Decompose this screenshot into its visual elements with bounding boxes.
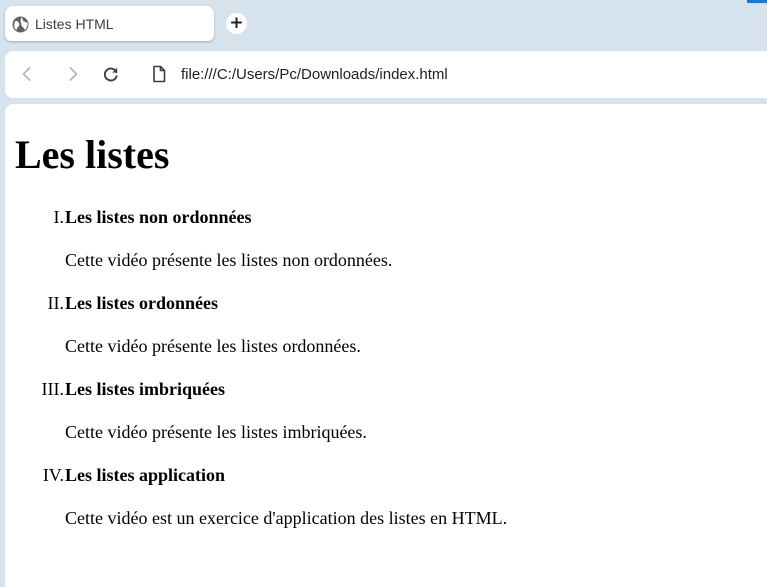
back-button[interactable] xyxy=(16,63,38,85)
list-item-description: Cette vidéo présente les listes imbriqué… xyxy=(65,422,367,442)
list-item: IV. Les listes application Cette vidéo e… xyxy=(15,464,755,544)
list-item-description: Cette vidéo présente les listes ordonnée… xyxy=(65,336,361,356)
list-item-title: Les listes application xyxy=(65,465,226,485)
list-marker: I. xyxy=(53,207,65,227)
forward-arrow-icon xyxy=(69,67,78,81)
list-item-description: Cette vidéo présente les listes non ordo… xyxy=(65,250,393,270)
list-item-title: Les listes imbriquées xyxy=(65,379,225,399)
browser-toolbar: file:///C:/Users/Pc/Downloads/index.html xyxy=(5,51,767,98)
page-heading: Les listes xyxy=(15,132,170,177)
address-bar[interactable]: file:///C:/Users/Pc/Downloads/index.html xyxy=(181,65,448,85)
list-marker: III. xyxy=(41,379,64,399)
list-item: II. Les listes ordonnées Cette vidéo pré… xyxy=(15,292,755,372)
list-marker: IV. xyxy=(42,465,64,485)
globe-icon xyxy=(12,16,29,33)
list-item: I. Les listes non ordonnées Cette vidéo … xyxy=(15,206,755,286)
file-icon xyxy=(153,65,166,83)
page-viewport: Les listes I. Les listes non ordonnées C… xyxy=(5,104,767,587)
list-item-description: Cette vidéo est un exercice d'applicatio… xyxy=(65,508,508,528)
tab-strip: Listes HTML + xyxy=(0,0,767,50)
list-item: III. Les listes imbriquées Cette vidéo p… xyxy=(15,378,755,458)
reload-button[interactable] xyxy=(100,63,122,85)
list-item-title: Les listes ordonnées xyxy=(65,293,218,313)
plus-icon: + xyxy=(229,13,244,33)
new-tab-button[interactable]: + xyxy=(226,13,247,34)
tab-title: Listes HTML xyxy=(35,16,114,32)
forward-button[interactable] xyxy=(62,63,84,85)
window-accent xyxy=(747,0,767,3)
reload-icon xyxy=(103,67,118,82)
page-info-button[interactable] xyxy=(148,63,170,85)
list-marker: II. xyxy=(47,293,65,313)
list-item-title: Les listes non ordonnées xyxy=(65,207,252,227)
back-arrow-icon xyxy=(22,67,31,81)
browser-tab[interactable]: Listes HTML xyxy=(5,6,214,41)
